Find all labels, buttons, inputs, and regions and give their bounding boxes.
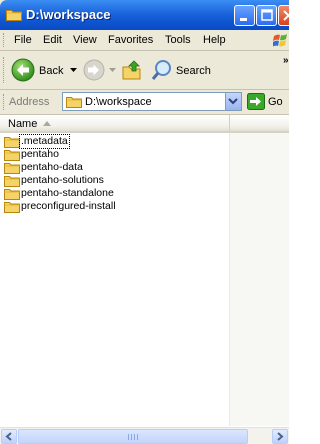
column-header-name[interactable]: Name: [0, 115, 230, 131]
list-item[interactable]: pentaho: [0, 148, 229, 161]
menu-view[interactable]: View: [73, 34, 97, 46]
toolbar: Back Search »: [0, 51, 289, 90]
list-item[interactable]: pentaho-standalone: [0, 187, 229, 200]
toolbar-overflow[interactable]: »: [283, 55, 289, 66]
address-grip[interactable]: [3, 94, 6, 110]
list-item[interactable]: .metadata: [0, 134, 229, 149]
window-title: D:\workspace: [26, 7, 111, 22]
go-button-label[interactable]: Go: [268, 96, 283, 108]
folder-icon: [66, 95, 82, 111]
scroll-left-button[interactable]: [1, 429, 17, 444]
scroll-right-button[interactable]: [272, 429, 288, 444]
menu-grip[interactable]: [3, 33, 6, 47]
list-item-label[interactable]: pentaho: [20, 148, 60, 161]
menu-file[interactable]: File: [14, 34, 32, 46]
horizontal-scrollbar[interactable]: [0, 427, 289, 444]
list-item[interactable]: pentaho-solutions: [0, 174, 229, 187]
list-item[interactable]: pentaho-data: [0, 161, 229, 174]
list-item-label[interactable]: pentaho-solutions: [20, 174, 105, 187]
list-item-label[interactable]: pentaho-data: [20, 161, 84, 174]
list-item-label[interactable]: .metadata: [19, 134, 70, 149]
list-item[interactable]: preconfigured-install: [0, 200, 229, 213]
file-list[interactable]: Name .metadata pentaho pentaho-data pent…: [0, 115, 289, 444]
windows-logo-icon: [273, 34, 287, 47]
forward-arrow-icon[interactable]: [83, 59, 105, 81]
address-label: Address: [9, 96, 50, 108]
back-dropdown-icon[interactable]: [70, 68, 77, 73]
empty-column: [229, 133, 289, 426]
menu-bar: File Edit View Favorites Tools Help: [0, 30, 289, 51]
explorer-window: D:\workspace File Edit View Favorites To…: [0, 0, 289, 444]
folder-icon: [4, 200, 20, 216]
menu-favorites[interactable]: Favorites: [108, 34, 153, 46]
go-arrow-icon[interactable]: [247, 93, 265, 110]
column-header-bar: Name: [0, 115, 289, 133]
sort-ascending-icon: [43, 121, 51, 126]
up-folder-icon[interactable]: [121, 59, 143, 81]
back-arrow-icon[interactable]: [11, 58, 35, 82]
minimize-button[interactable]: [234, 5, 255, 26]
list-item-label[interactable]: preconfigured-install: [20, 200, 117, 213]
scroll-grip: [128, 434, 138, 440]
toolbar-grip[interactable]: [3, 57, 6, 83]
search-icon[interactable]: [151, 59, 173, 81]
menu-help[interactable]: Help: [203, 34, 226, 46]
column-header-name-label: Name: [8, 118, 38, 130]
address-input[interactable]: D:\workspace: [62, 92, 242, 111]
title-bar[interactable]: D:\workspace: [0, 0, 289, 30]
chevron-right-icon: [277, 432, 284, 441]
folder-icon: [6, 8, 22, 24]
chevron-down-icon: [228, 98, 238, 105]
scroll-thumb[interactable]: [18, 429, 248, 444]
address-dropdown-button[interactable]: [225, 93, 241, 110]
close-button[interactable]: [278, 5, 289, 26]
maximize-button[interactable]: [256, 5, 277, 26]
chevron-left-icon: [5, 432, 12, 441]
search-button-label[interactable]: Search: [176, 65, 211, 77]
back-button-label[interactable]: Back: [39, 65, 63, 77]
menu-edit[interactable]: Edit: [43, 34, 62, 46]
address-value[interactable]: D:\workspace: [85, 96, 152, 108]
menu-tools[interactable]: Tools: [165, 34, 191, 46]
list-item-label[interactable]: pentaho-standalone: [20, 187, 115, 200]
forward-dropdown-icon[interactable]: [109, 68, 116, 73]
address-bar: Address D:\workspace Go: [0, 90, 289, 115]
file-rows: .metadata pentaho pentaho-data pentaho-s…: [0, 134, 229, 213]
